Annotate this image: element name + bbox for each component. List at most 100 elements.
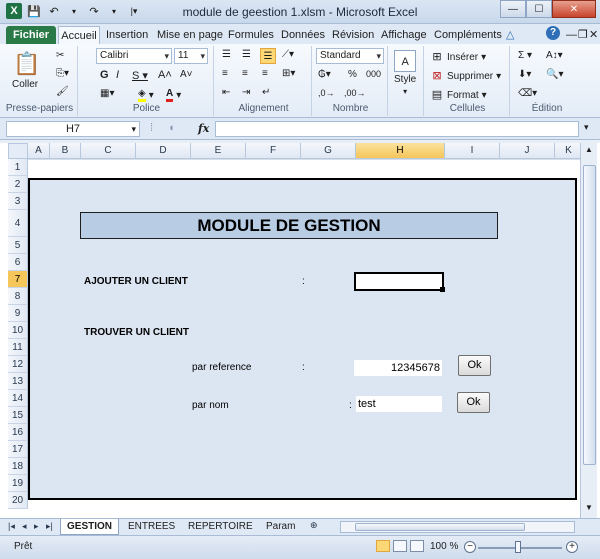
- sheet-tab-gestion[interactable]: GESTION: [60, 519, 120, 535]
- row-header-12[interactable]: 12: [8, 356, 28, 373]
- tab-affichage[interactable]: Affichage: [381, 26, 427, 44]
- row-header-16[interactable]: 16: [8, 424, 28, 441]
- row-header-10[interactable]: 10: [8, 322, 28, 339]
- vertical-scroll-thumb[interactable]: [583, 165, 596, 465]
- row-header-14[interactable]: 14: [8, 390, 28, 407]
- row-header-11[interactable]: 11: [8, 339, 28, 356]
- page-layout-view-icon[interactable]: [393, 540, 407, 552]
- ok-reference-button[interactable]: Ok: [458, 355, 491, 376]
- prev-sheet-icon[interactable]: ◂: [22, 521, 27, 532]
- italic-icon[interactable]: I: [116, 69, 119, 81]
- workbook-minimize-icon[interactable]: —: [566, 26, 577, 44]
- increase-decimal-icon[interactable]: ,0→: [318, 88, 335, 98]
- column-header-e[interactable]: E: [191, 143, 246, 159]
- last-sheet-icon[interactable]: ▸|: [46, 521, 53, 532]
- horizontal-scrollbar[interactable]: [340, 521, 575, 533]
- row-header-6[interactable]: 6: [8, 254, 28, 271]
- page-break-view-icon[interactable]: [410, 540, 424, 552]
- shrink-font-icon[interactable]: A˅: [180, 69, 193, 80]
- row-header-3[interactable]: 3: [8, 193, 28, 210]
- workbook-restore-icon[interactable]: ❐: [578, 26, 588, 44]
- font-size-combo[interactable]: 11: [174, 48, 208, 64]
- paste-button[interactable]: 📋 Coller: [12, 50, 40, 90]
- fill-color-icon[interactable]: ◈ ▾: [138, 88, 154, 102]
- align-middle-icon[interactable]: ☰: [242, 49, 251, 60]
- align-top-icon[interactable]: ☰: [222, 49, 231, 60]
- column-header-j[interactable]: J: [500, 143, 555, 159]
- font-name-combo[interactable]: Calibri: [96, 48, 172, 64]
- scroll-up-icon[interactable]: ▲: [585, 145, 593, 154]
- sort-filter-icon[interactable]: A↕▾: [546, 50, 563, 61]
- row-header-7[interactable]: 7: [8, 271, 28, 288]
- autosum-icon[interactable]: Σ ▾: [518, 50, 532, 61]
- normal-view-icon[interactable]: [376, 540, 390, 552]
- column-header-c[interactable]: C: [81, 143, 136, 159]
- sheet-tab-param[interactable]: Param: [260, 519, 301, 535]
- thousands-icon[interactable]: 000: [366, 69, 381, 79]
- help-icon[interactable]: ?: [546, 26, 560, 40]
- close-button[interactable]: ✕: [552, 0, 596, 18]
- tab-complements[interactable]: Compléments: [434, 26, 502, 44]
- active-cell-h7[interactable]: [354, 272, 444, 291]
- ribbon-minimize-icon[interactable]: △: [506, 26, 514, 44]
- find-select-icon[interactable]: 🔍▾: [546, 69, 563, 80]
- maximize-button[interactable]: ☐: [526, 0, 552, 18]
- column-header-f[interactable]: F: [246, 143, 301, 159]
- name-box[interactable]: H7: [6, 121, 140, 137]
- select-all-corner[interactable]: [8, 143, 28, 159]
- cut-icon[interactable]: ✂: [56, 50, 64, 61]
- column-header-i[interactable]: I: [445, 143, 500, 159]
- format-button[interactable]: ▤ Format ▾: [430, 88, 487, 102]
- bold-icon[interactable]: G: [100, 69, 109, 81]
- new-sheet-icon[interactable]: ⊕: [310, 520, 318, 531]
- decrease-decimal-icon[interactable]: ,00→: [344, 88, 366, 98]
- first-sheet-icon[interactable]: |◂: [8, 521, 15, 532]
- row-header-1[interactable]: 1: [8, 159, 28, 176]
- delete-button[interactable]: ⊠ Supprimer ▾: [430, 69, 501, 83]
- column-header-a[interactable]: A: [28, 143, 50, 159]
- percent-icon[interactable]: %: [348, 69, 357, 80]
- workbook-close-icon[interactable]: ✕: [589, 26, 598, 44]
- sheet-tab-repertoire[interactable]: REPERTOIRE: [182, 519, 259, 535]
- align-bottom-icon[interactable]: ☰: [260, 48, 276, 64]
- tab-insertion[interactable]: Insertion: [106, 26, 148, 44]
- row-header-15[interactable]: 15: [8, 407, 28, 424]
- expand-formula-bar-icon[interactable]: ▾: [584, 122, 589, 133]
- row-header-4[interactable]: 4: [8, 210, 28, 237]
- row-header-2[interactable]: 2: [8, 176, 28, 193]
- tab-accueil[interactable]: Accueil: [58, 26, 100, 44]
- font-color-icon[interactable]: A ▾: [166, 88, 181, 102]
- currency-icon[interactable]: ₲▾: [318, 69, 331, 80]
- column-header-h[interactable]: H: [356, 143, 445, 159]
- horizontal-scroll-thumb[interactable]: [355, 523, 525, 531]
- copy-icon[interactable]: ⎘▾: [56, 68, 69, 79]
- row-header-17[interactable]: 17: [8, 441, 28, 458]
- column-header-g[interactable]: G: [301, 143, 356, 159]
- sheet-tab-entrees[interactable]: ENTREES: [122, 519, 181, 535]
- column-header-d[interactable]: D: [136, 143, 191, 159]
- next-sheet-icon[interactable]: ▸: [34, 521, 39, 532]
- fill-handle[interactable]: [440, 287, 445, 292]
- decrease-indent-icon[interactable]: ⇤: [222, 87, 230, 98]
- row-header-19[interactable]: 19: [8, 475, 28, 492]
- column-header-k[interactable]: K: [555, 143, 583, 159]
- row-header-13[interactable]: 13: [8, 373, 28, 390]
- wrap-text-icon[interactable]: ↵: [262, 87, 270, 98]
- grow-font-icon[interactable]: A˄: [158, 69, 172, 81]
- increase-indent-icon[interactable]: ⇥: [242, 87, 250, 98]
- style-button[interactable]: A Style ▾: [394, 50, 416, 96]
- zoom-in-icon[interactable]: +: [566, 541, 578, 553]
- minimize-button[interactable]: —: [500, 0, 526, 18]
- row-header-5[interactable]: 5: [8, 237, 28, 254]
- underline-icon[interactable]: S ▾: [132, 69, 148, 82]
- row-header-9[interactable]: 9: [8, 305, 28, 322]
- orientation-icon[interactable]: ⟋▾: [282, 49, 294, 60]
- borders-icon[interactable]: ▦▾: [100, 88, 114, 99]
- fill-icon[interactable]: ⬇▾: [518, 69, 531, 80]
- reference-cell[interactable]: 12345678: [354, 360, 442, 376]
- scroll-down-icon[interactable]: ▼: [585, 503, 593, 512]
- tab-mise-en-page[interactable]: Mise en page: [157, 26, 223, 44]
- number-format-combo[interactable]: Standard: [316, 48, 384, 64]
- tab-donnees[interactable]: Données: [281, 26, 325, 44]
- merge-center-icon[interactable]: ⊞▾: [282, 68, 295, 79]
